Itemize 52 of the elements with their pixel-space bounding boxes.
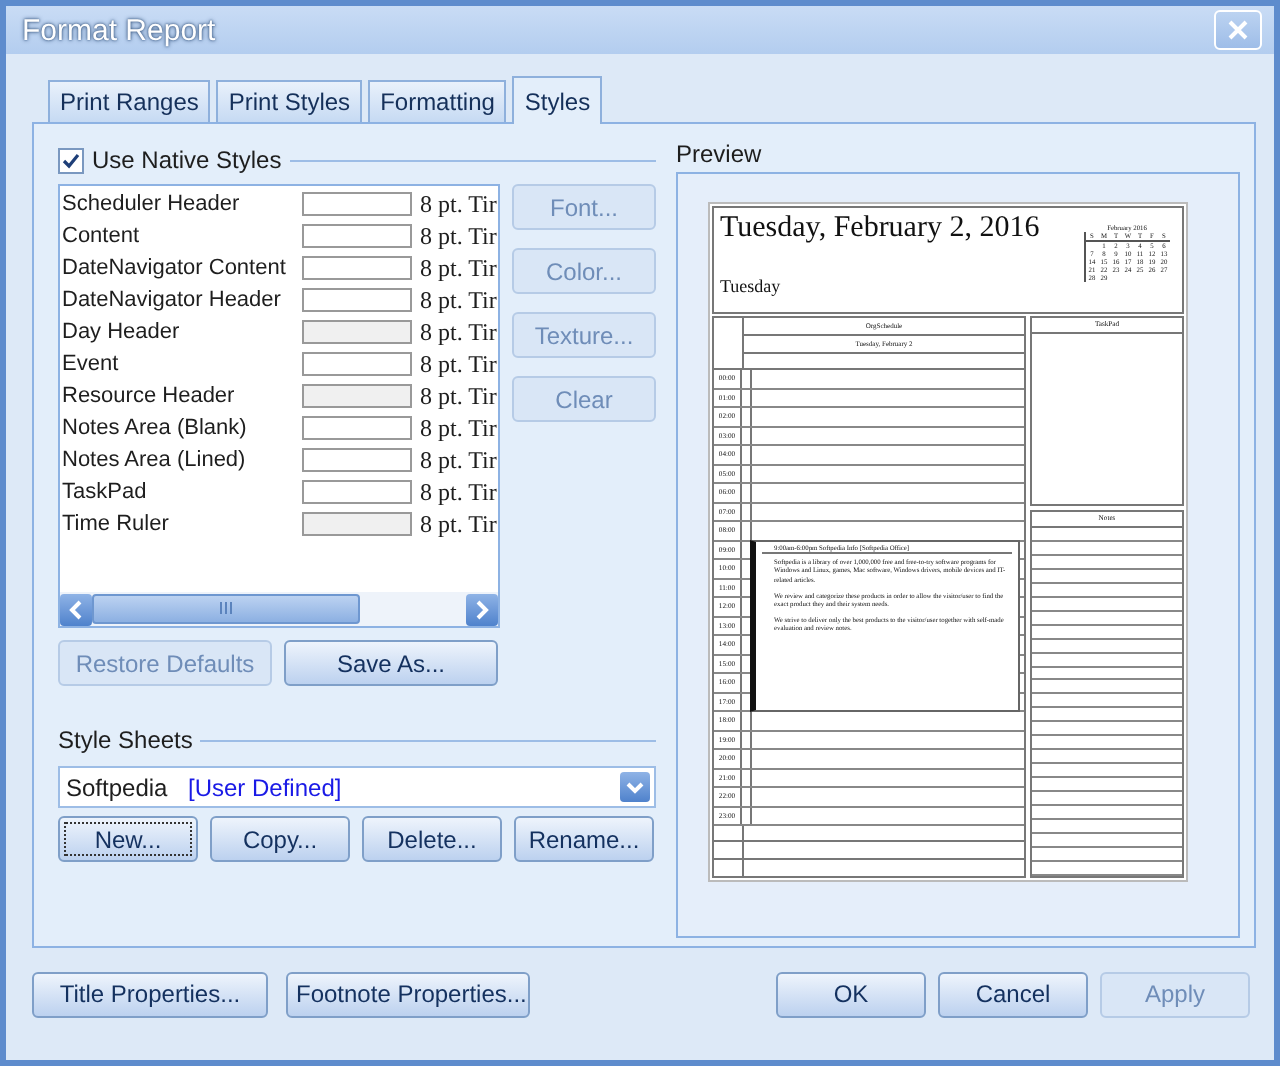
button[interactable]: Copy... <box>210 816 350 862</box>
style-name[interactable]: Resource Header <box>60 384 302 408</box>
button[interactable]: Cancel <box>938 971 1088 1017</box>
style-font: 8 pt. Tir <box>420 477 497 507</box>
style-sheet-dropdown[interactable]: Softpedia [User Defined] <box>58 766 656 808</box>
style-name[interactable]: DateNavigator Content <box>60 256 302 280</box>
style-font: 8 pt. Tir <box>420 285 497 315</box>
page-title: Tuesday, February 2, 2016 <box>720 212 1040 246</box>
close-icon <box>1228 20 1248 40</box>
style-name[interactable]: Notes Area (Lined) <box>60 448 302 472</box>
tab[interactable]: Print Ranges <box>48 80 211 122</box>
button[interactable]: Rename... <box>514 816 654 862</box>
grip-icon <box>220 602 232 614</box>
style-font: 8 pt. Tir <box>420 221 497 251</box>
style-name[interactable]: Event <box>60 352 302 376</box>
button[interactable]: New... <box>58 816 198 862</box>
group-label: Preview <box>676 140 764 172</box>
style-font: 8 pt. Tir <box>420 445 497 475</box>
scrollbar-thumb[interactable] <box>92 593 360 623</box>
style-name[interactable]: Day Header <box>60 320 302 344</box>
chevron-right-icon <box>474 599 490 619</box>
chevron-down-icon <box>626 781 644 793</box>
style-font: 8 pt. Tir <box>420 413 497 443</box>
tab[interactable]: Print Styles <box>216 80 363 122</box>
style-name[interactable]: Scheduler Header <box>60 192 302 216</box>
style-font: 8 pt. Tir <box>420 253 497 283</box>
button[interactable]: Delete... <box>362 816 502 862</box>
style-font: 8 pt. Tir <box>420 317 497 347</box>
group-label: Style Sheets <box>58 726 193 754</box>
close-button[interactable] <box>1214 10 1262 50</box>
button[interactable]: OK <box>776 971 926 1017</box>
style-name[interactable]: TaskPad <box>60 480 302 504</box>
style-name[interactable]: Notes Area (Blank) <box>60 416 302 440</box>
tab[interactable]: Styles <box>512 76 603 124</box>
button[interactable]: Save As... <box>284 640 498 686</box>
button[interactable]: Title Properties... <box>32 971 268 1017</box>
style-font: 8 pt. Tir <box>420 509 497 539</box>
chevron-left-icon <box>68 599 84 619</box>
button[interactable]: Footnote Properties... <box>286 971 530 1017</box>
scroll-right-button[interactable] <box>466 593 498 625</box>
style-name[interactable]: Content <box>60 224 302 248</box>
style-font: 8 pt. Tir <box>420 349 497 379</box>
style-name[interactable]: Time Ruler <box>60 512 302 536</box>
checkbox-label: Use Native Styles <box>92 146 282 174</box>
window-title: Format Report <box>22 13 216 47</box>
scroll-left-button[interactable] <box>60 593 92 625</box>
tab[interactable]: Formatting <box>368 80 507 122</box>
page-day: Tuesday <box>720 276 1040 296</box>
style-font: 8 pt. Tir <box>420 381 497 411</box>
style-font: 8 pt. Tir <box>420 189 497 219</box>
checkbox[interactable] <box>58 147 84 173</box>
style-name[interactable]: DateNavigator Header <box>60 288 302 312</box>
